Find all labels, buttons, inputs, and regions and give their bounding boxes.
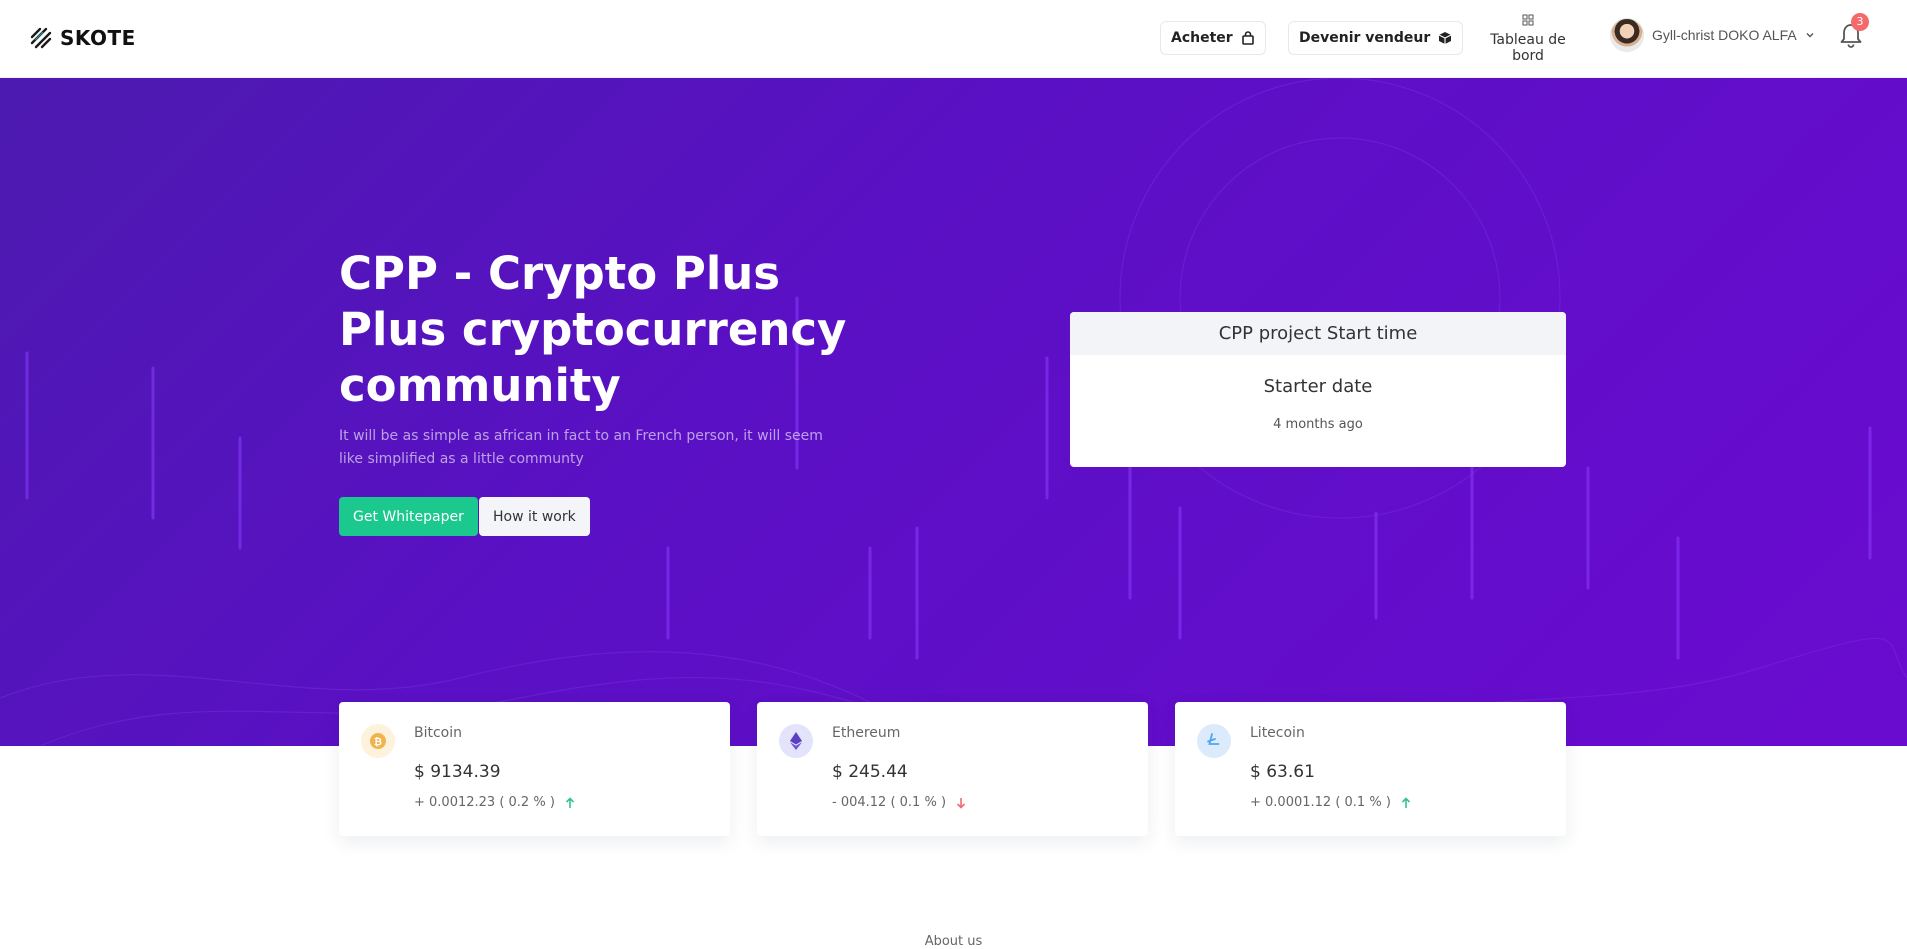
- grid-icon: [1522, 14, 1534, 26]
- become-seller-label: Devenir vendeur: [1299, 30, 1431, 46]
- dashboard-link[interactable]: Tableau de bord: [1473, 14, 1583, 64]
- dashboard-label: Tableau de bord: [1490, 32, 1566, 64]
- coin-change: + 0.0001.12 ( 0.1 % ): [1250, 795, 1411, 810]
- get-whitepaper-button[interactable]: Get Whitepaper: [339, 497, 478, 536]
- arrow-down-icon: [956, 797, 966, 809]
- coin-change-value: + 0.0001.12 ( 0.1 % ): [1250, 795, 1391, 810]
- top-navbar: SKOTE Acheter Devenir vendeur Tableau de…: [0, 0, 1907, 78]
- coin-card-ethereum: Ethereum $ 245.44 - 004.12 ( 0.1 % ): [757, 702, 1148, 836]
- logo-icon: [30, 27, 52, 49]
- bitcoin-icon: ₿: [361, 724, 395, 758]
- brand-logo[interactable]: SKOTE: [30, 26, 136, 50]
- coin-change: + 0.0012.23 ( 0.2 % ): [414, 795, 575, 810]
- coin-change-value: - 004.12 ( 0.1 % ): [832, 795, 947, 810]
- coin-price: $ 63.61: [1250, 762, 1315, 782]
- coin-change-value: + 0.0012.23 ( 0.2 % ): [414, 795, 555, 810]
- project-start-card: CPP project Start time Starter date 4 mo…: [1070, 312, 1566, 467]
- coin-name: Bitcoin: [414, 725, 463, 741]
- user-name: Gyll-christ DOKO ALFA: [1652, 27, 1797, 43]
- arrow-up-icon: [1401, 796, 1410, 808]
- hero-section: CPP - Crypto Plus Plus cryptocurrency co…: [0, 78, 1907, 746]
- start-card-header: CPP project Start time: [1070, 312, 1566, 355]
- hero-title: CPP - Crypto Plus Plus cryptocurrency co…: [339, 247, 847, 412]
- svg-text:₿: ₿: [374, 736, 382, 748]
- litecoin-icon: [1197, 724, 1231, 758]
- buy-button-label: Acheter: [1171, 30, 1233, 46]
- coin-card-bitcoin: ₿ Bitcoin $ 9134.39 + 0.0012.23 ( 0.2 % …: [339, 702, 730, 836]
- become-seller-button[interactable]: Devenir vendeur: [1288, 21, 1464, 55]
- chevron-down-icon: [1806, 33, 1814, 38]
- start-card-title: Starter date: [1263, 376, 1373, 397]
- hero-background-decoration: [0, 78, 1907, 746]
- coin-name: Ethereum: [832, 725, 901, 741]
- coin-price: $ 245.44: [832, 762, 908, 782]
- coin-name: Litecoin: [1250, 725, 1305, 741]
- logo-text: SKOTE: [60, 26, 136, 50]
- how-it-work-button[interactable]: How it work: [479, 497, 590, 536]
- coin-change: - 004.12 ( 0.1 % ): [832, 795, 966, 810]
- coin-card-litecoin: Litecoin $ 63.61 + 0.0001.12 ( 0.1 % ): [1175, 702, 1566, 836]
- ethereum-icon: [779, 724, 813, 758]
- notification-badge: 3: [1851, 13, 1869, 31]
- cube-icon: [1439, 32, 1452, 44]
- coin-price: $ 9134.39: [414, 762, 501, 782]
- shopping-bag-icon: [1241, 31, 1254, 45]
- arrow-up-icon: [565, 796, 574, 808]
- start-card-time: 4 months ago: [1273, 417, 1363, 432]
- hero-subtitle: It will be as simple as african in fact …: [339, 428, 823, 467]
- avatar: [1610, 18, 1644, 52]
- buy-button[interactable]: Acheter: [1160, 21, 1266, 55]
- user-menu[interactable]: Gyll-christ DOKO ALFA: [1610, 18, 1815, 52]
